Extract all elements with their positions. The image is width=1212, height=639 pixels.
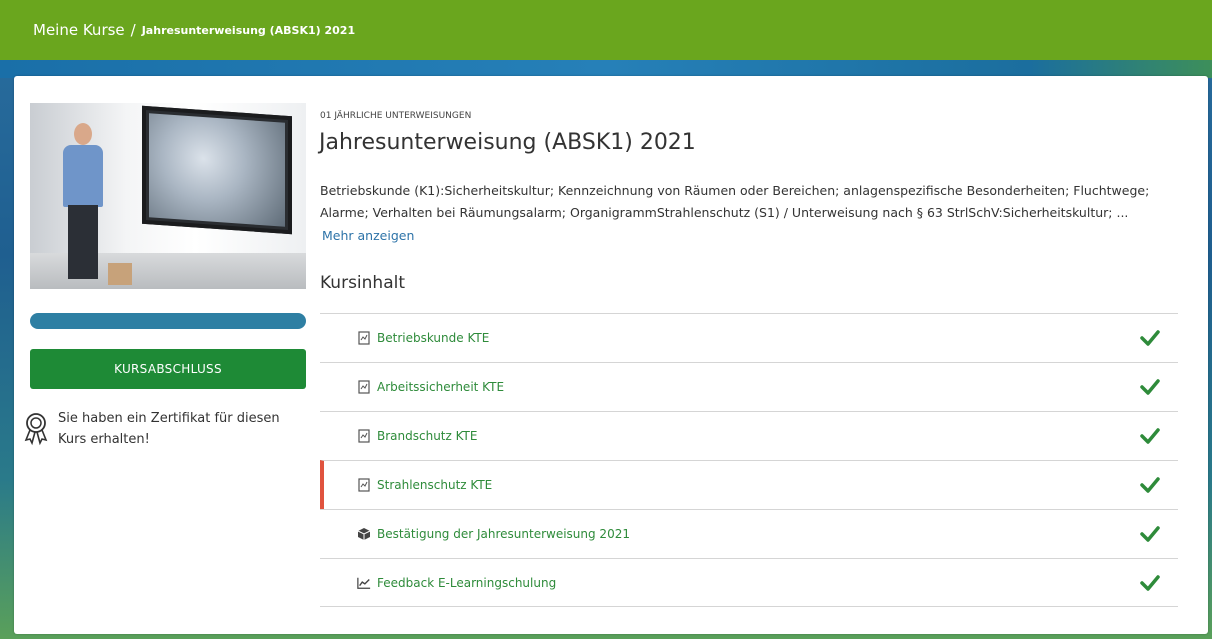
lesson-item[interactable]: Bestätigung der Jahresunterweisung 2021 (320, 509, 1178, 558)
document-icon (357, 429, 371, 443)
lesson-item[interactable]: Feedback E-Learningschulung (320, 558, 1178, 607)
check-icon (1140, 526, 1160, 542)
course-card: KURSABSCHLUSS Sie haben ein Zertifikat f… (14, 76, 1208, 634)
course-title: Jahresunterweisung (ABSK1) 2021 (319, 130, 696, 155)
breadcrumb-separator: / (130, 21, 136, 39)
chart-icon (357, 576, 371, 590)
lesson-label: Bestätigung der Jahresunterweisung 2021 (377, 527, 630, 541)
course-description: Betriebskunde (K1):Sicherheitskultur; Ke… (320, 183, 1150, 220)
top-bar: Meine Kurse / Jahresunterweisung (ABSK1)… (0, 0, 1212, 60)
course-content-heading: Kursinhalt (320, 273, 405, 293)
certificate-text: Sie haben ein Zertifikat für diesen Kurs… (58, 411, 280, 447)
check-icon (1140, 428, 1160, 444)
award-icon (24, 412, 48, 446)
lesson-list: Betriebskunde KTE Arbeitssicherheit KTE … (320, 313, 1178, 607)
check-icon (1140, 379, 1160, 395)
show-more-link[interactable]: Mehr anzeigen (322, 228, 414, 243)
course-category: 01 JÄHRLICHE UNTERWEISUNGEN (320, 111, 472, 121)
lesson-item[interactable]: Betriebskunde KTE (320, 313, 1178, 362)
document-icon (357, 478, 371, 492)
lesson-label: Feedback E-Learningschulung (377, 575, 557, 590)
check-icon (1140, 575, 1160, 591)
lesson-label: Arbeitssicherheit KTE (377, 380, 505, 394)
cube-icon (357, 527, 371, 541)
lesson-item[interactable]: Arbeitssicherheit KTE (320, 362, 1178, 411)
breadcrumb-home-link[interactable]: Meine Kurse (33, 21, 125, 39)
course-thumbnail (30, 103, 306, 289)
course-complete-button[interactable]: KURSABSCHLUSS (30, 349, 306, 389)
lesson-item-active[interactable]: Strahlenschutz KTE (320, 460, 1178, 509)
lesson-item[interactable]: Brandschutz KTE (320, 411, 1178, 460)
course-progress-bar (30, 313, 306, 329)
check-icon (1140, 477, 1160, 493)
document-icon (357, 380, 371, 394)
lesson-label: Strahlenschutz KTE (377, 478, 493, 492)
lesson-label: Brandschutz KTE (377, 429, 478, 443)
check-icon (1140, 330, 1160, 346)
lesson-label: Betriebskunde KTE (377, 331, 490, 345)
document-icon (357, 331, 371, 345)
certificate-notice: Sie haben ein Zertifikat für diesen Kurs… (24, 406, 314, 456)
breadcrumb-current: Jahresunterweisung (ABSK1) 2021 (141, 23, 356, 37)
